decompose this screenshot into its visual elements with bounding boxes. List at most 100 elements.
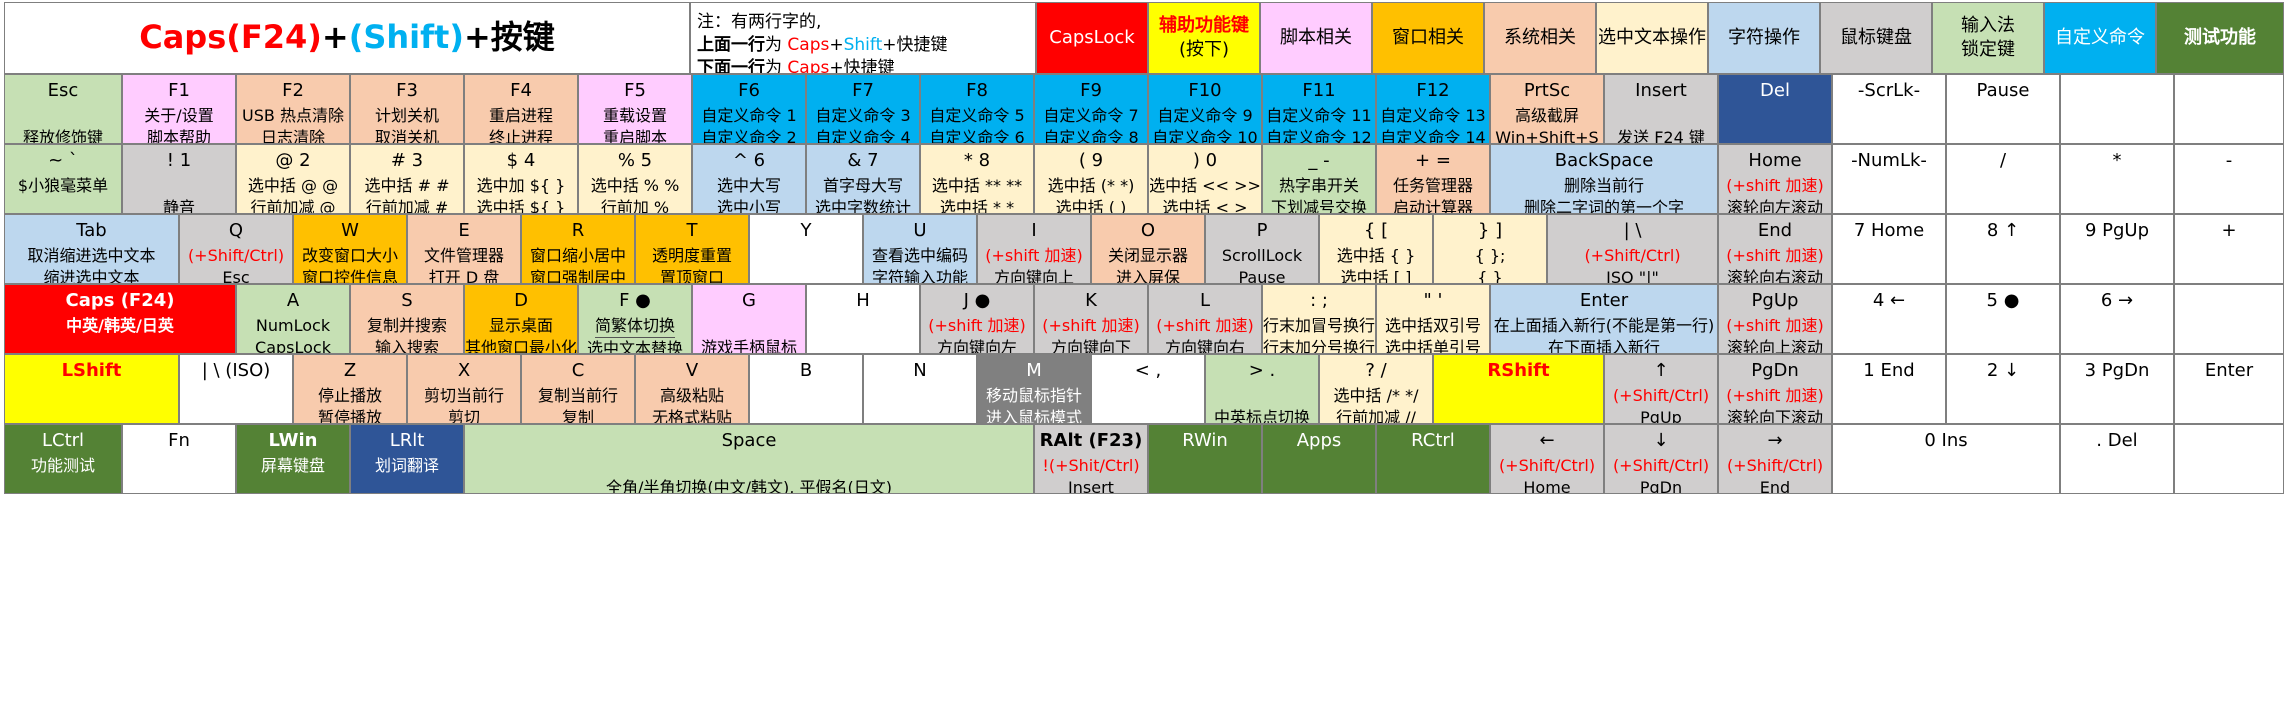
key-?-/[interactable]: ? / 选中括 /* */行前加减 // — [1319, 354, 1433, 424]
key-lctrl[interactable]: LCtrl 功能测试 — [4, 424, 122, 494]
key-@-2[interactable]: @ 2 选中括 @ @ 行前加减 @ — [236, 144, 350, 214]
key-enter[interactable]: Enter 在上面插入新行(不能是第一行) 在下面插入新行 — [1490, 284, 1718, 354]
key-f1[interactable]: F1 关于/设置 脚本帮助 — [122, 74, 236, 144]
key-enter[interactable]: Enter — [2174, 354, 2284, 424]
key-n[interactable]: N — [863, 354, 977, 424]
key-del[interactable]: Del — [1718, 74, 1832, 144]
key-space[interactable]: Space 全角/半角切换(中文/韩文), 平假名(日文) — [464, 424, 1034, 494]
key-%-5[interactable]: % 5 选中括 % % 行前加 % — [578, 144, 692, 214]
key-←[interactable]: ← (+Shift/Ctrl) Home — [1490, 424, 1604, 494]
key-esc[interactable]: Esc 释放修饰键 — [4, 74, 122, 144]
key-i[interactable]: I (+shift 加速) 方向键向上 — [977, 214, 1091, 284]
key-t[interactable]: T 透明度重置 置顶窗口 — [635, 214, 749, 284]
key--numlk-[interactable]: -NumLk- — [1832, 144, 1946, 214]
key-↑[interactable]: ↑ (+Shift/Ctrl) PgUp — [1604, 354, 1718, 424]
key-!-1[interactable]: ! 1 静音 — [122, 144, 236, 214]
key-8-↑[interactable]: 8 ↑ — [1946, 214, 2060, 284]
key-f7[interactable]: F7 自定义命令 3 自定义命令 4 — [806, 74, 920, 144]
key-f-●[interactable]: F ● 简繁体切换 选中文本替换 — [578, 284, 692, 354]
key-"-'[interactable]: " ' 选中括双引号 选中括单引号 — [1376, 284, 1490, 354]
key-pause[interactable]: Pause — [1946, 74, 2060, 144]
key-o[interactable]: O 关闭显示器 进入屏保 — [1091, 214, 1205, 284]
key-a[interactable]: A NumLock CapsLock — [236, 284, 350, 354]
key-fn[interactable]: Fn — [122, 424, 236, 494]
key-rctrl[interactable]: RCtrl — [1376, 424, 1490, 494]
key--[interactable]: - — [2174, 144, 2284, 214]
key-blank[interactable] — [2174, 284, 2284, 354]
key--scrlk-[interactable]: -ScrLk- — [1832, 74, 1946, 144]
key-backspace[interactable]: BackSpace 删除当前行 删除二字词的第一个字 — [1490, 144, 1718, 214]
key-s[interactable]: S 复制并搜索 输入搜索 — [350, 284, 464, 354]
key-g[interactable]: G 游戏手柄鼠标 — [692, 284, 806, 354]
key-↓[interactable]: ↓ (+Shift/Ctrl) PgDn — [1604, 424, 1718, 494]
key-#-3[interactable]: # 3 选中括 # # 行前加减 # — [350, 144, 464, 214]
key-^-6[interactable]: ^ 6 选中大写 选中小写 — [692, 144, 806, 214]
key-f12[interactable]: F12 自定义命令 13 自定义命令 14 — [1376, 74, 1490, 144]
key-blank[interactable] — [2174, 424, 2284, 494]
key-→[interactable]: → (+Shift/Ctrl) End — [1718, 424, 1832, 494]
key-h[interactable]: H — [806, 284, 920, 354]
key-<-,[interactable]: < , — [1091, 354, 1205, 424]
key-u[interactable]: U 查看选中编码 字符输入功能 — [863, 214, 977, 284]
key-*[interactable]: * — [2060, 144, 2174, 214]
key-f8[interactable]: F8 自定义命令 5 自定义命令 6 — [920, 74, 1034, 144]
key-r[interactable]: R 窗口缩小居中 窗口强制居中 — [521, 214, 635, 284]
key-q[interactable]: Q (+Shift/Ctrl) Esc — [179, 214, 293, 284]
key-home[interactable]: Home (+shift 加速) 滚轮向左滚动 — [1718, 144, 1832, 214]
key-3-pgdn[interactable]: 3 PgDn — [2060, 354, 2174, 424]
key-f11[interactable]: F11 自定义命令 11 自定义命令 12 — [1262, 74, 1376, 144]
key-pgup[interactable]: PgUp (+shift 加速) 滚轮向上滚动 — [1718, 284, 1832, 354]
key-+[interactable]: + — [2174, 214, 2284, 284]
key-rwin[interactable]: RWin — [1148, 424, 1262, 494]
key-k[interactable]: K (+shift 加速) 方向键向下 — [1034, 284, 1148, 354]
key-(-9[interactable]: ( 9 选中括 (* *) 选中括 ( ) — [1034, 144, 1148, 214]
key-p[interactable]: P ScrollLock Pause — [1205, 214, 1319, 284]
key-1-end[interactable]: 1 End — [1832, 354, 1946, 424]
key-blank[interactable] — [2174, 74, 2284, 144]
key-f6[interactable]: F6 自定义命令 1 自定义命令 2 — [692, 74, 806, 144]
key-y[interactable]: Y — [749, 214, 863, 284]
key-z[interactable]: Z 停止播放 暂停播放 — [293, 354, 407, 424]
key-b[interactable]: B — [749, 354, 863, 424]
key-.-del[interactable]: . Del — [2060, 424, 2174, 494]
key-$-4[interactable]: $ 4选中加 ${ }选中括 ${ }CMake — [464, 144, 578, 214]
key-f3[interactable]: F3计划关机取消关机shutdown.exe — [350, 74, 464, 144]
key-~-`[interactable]: ~ ` $小狼毫菜单 — [4, 144, 122, 214]
key-ralt-(f23)[interactable]: RAlt (F23) !(+Shit/Ctrl) Insert — [1034, 424, 1148, 494]
key-rshift[interactable]: RShift — [1433, 354, 1604, 424]
key-{-[[interactable]: { [选中括 { } 选中括 [ ] — [1319, 214, 1433, 284]
key->-.[interactable]: > . 中英标点切换 — [1205, 354, 1319, 424]
key-d[interactable]: D 显示桌面 其他窗口最小化 — [464, 284, 578, 354]
key-tab[interactable]: Tab 取消缩进选中文本 缩进选中文本 — [4, 214, 179, 284]
key-apps[interactable]: Apps — [1262, 424, 1376, 494]
key-&-7[interactable]: & 7 首字母大写 选中字数统计 — [806, 144, 920, 214]
key-5-●[interactable]: 5 ● — [1946, 284, 2060, 354]
key-prtsc[interactable]: PrtSc 高级截屏 Win+Shift+S — [1490, 74, 1604, 144]
key-|-\[interactable]: | \(+Shift/Ctrl)ISO "|"ISO "\" — [1547, 214, 1718, 284]
key-_--[interactable]: _ - 热字串开关 下划减号交换 — [1262, 144, 1376, 214]
key-*-8[interactable]: * 8 选中括 ** ** 选中括 * * — [920, 144, 1034, 214]
key-9-pgup[interactable]: 9 PgUp — [2060, 214, 2174, 284]
key-/[interactable]: / — [1946, 144, 2060, 214]
key-f5[interactable]: F5 重载设置 重启脚本 — [578, 74, 692, 144]
key-0-ins[interactable]: 0 Ins — [1832, 424, 2060, 494]
key-6-→[interactable]: 6 → — [2060, 284, 2174, 354]
key-insert[interactable]: Insert 发送 F24 键 — [1604, 74, 1718, 144]
key-blank[interactable] — [2060, 74, 2174, 144]
key-f4[interactable]: F4 重启进程 终止进程 — [464, 74, 578, 144]
key-f2[interactable]: F2 USB 热点清除 日志清除 — [236, 74, 350, 144]
key-+-=[interactable]: + = 任务管理器 启动计算器 — [1376, 144, 1490, 214]
key-c[interactable]: C复制当前行复制(创建符号链接) — [521, 354, 635, 424]
key-f10[interactable]: F10 自定义命令 9 自定义命令 10 — [1148, 74, 1262, 144]
key-w[interactable]: W 改变窗口大小 窗口控件信息 — [293, 214, 407, 284]
key-4-←[interactable]: 4 ← — [1832, 284, 1946, 354]
key-e[interactable]: E 文件管理器 打开 D 盘 — [407, 214, 521, 284]
key-:-;[interactable]: : ; 行末加冒号换行 行末加分号换行 — [1262, 284, 1376, 354]
key-v[interactable]: V 高级粘贴 无格式粘贴 — [635, 354, 749, 424]
key-pgdn[interactable]: PgDn (+shift 加速) 滚轮向下滚动 — [1718, 354, 1832, 424]
key-7-home[interactable]: 7 Home — [1832, 214, 1946, 284]
key-lwin[interactable]: LWin 屏幕键盘 — [236, 424, 350, 494]
key-|-\-(iso)[interactable]: | \ (ISO) — [179, 354, 293, 424]
key-lrlt[interactable]: LRlt 划词翻译 — [350, 424, 464, 494]
key-x[interactable]: X剪切当前行剪切(文件 Hash) — [407, 354, 521, 424]
